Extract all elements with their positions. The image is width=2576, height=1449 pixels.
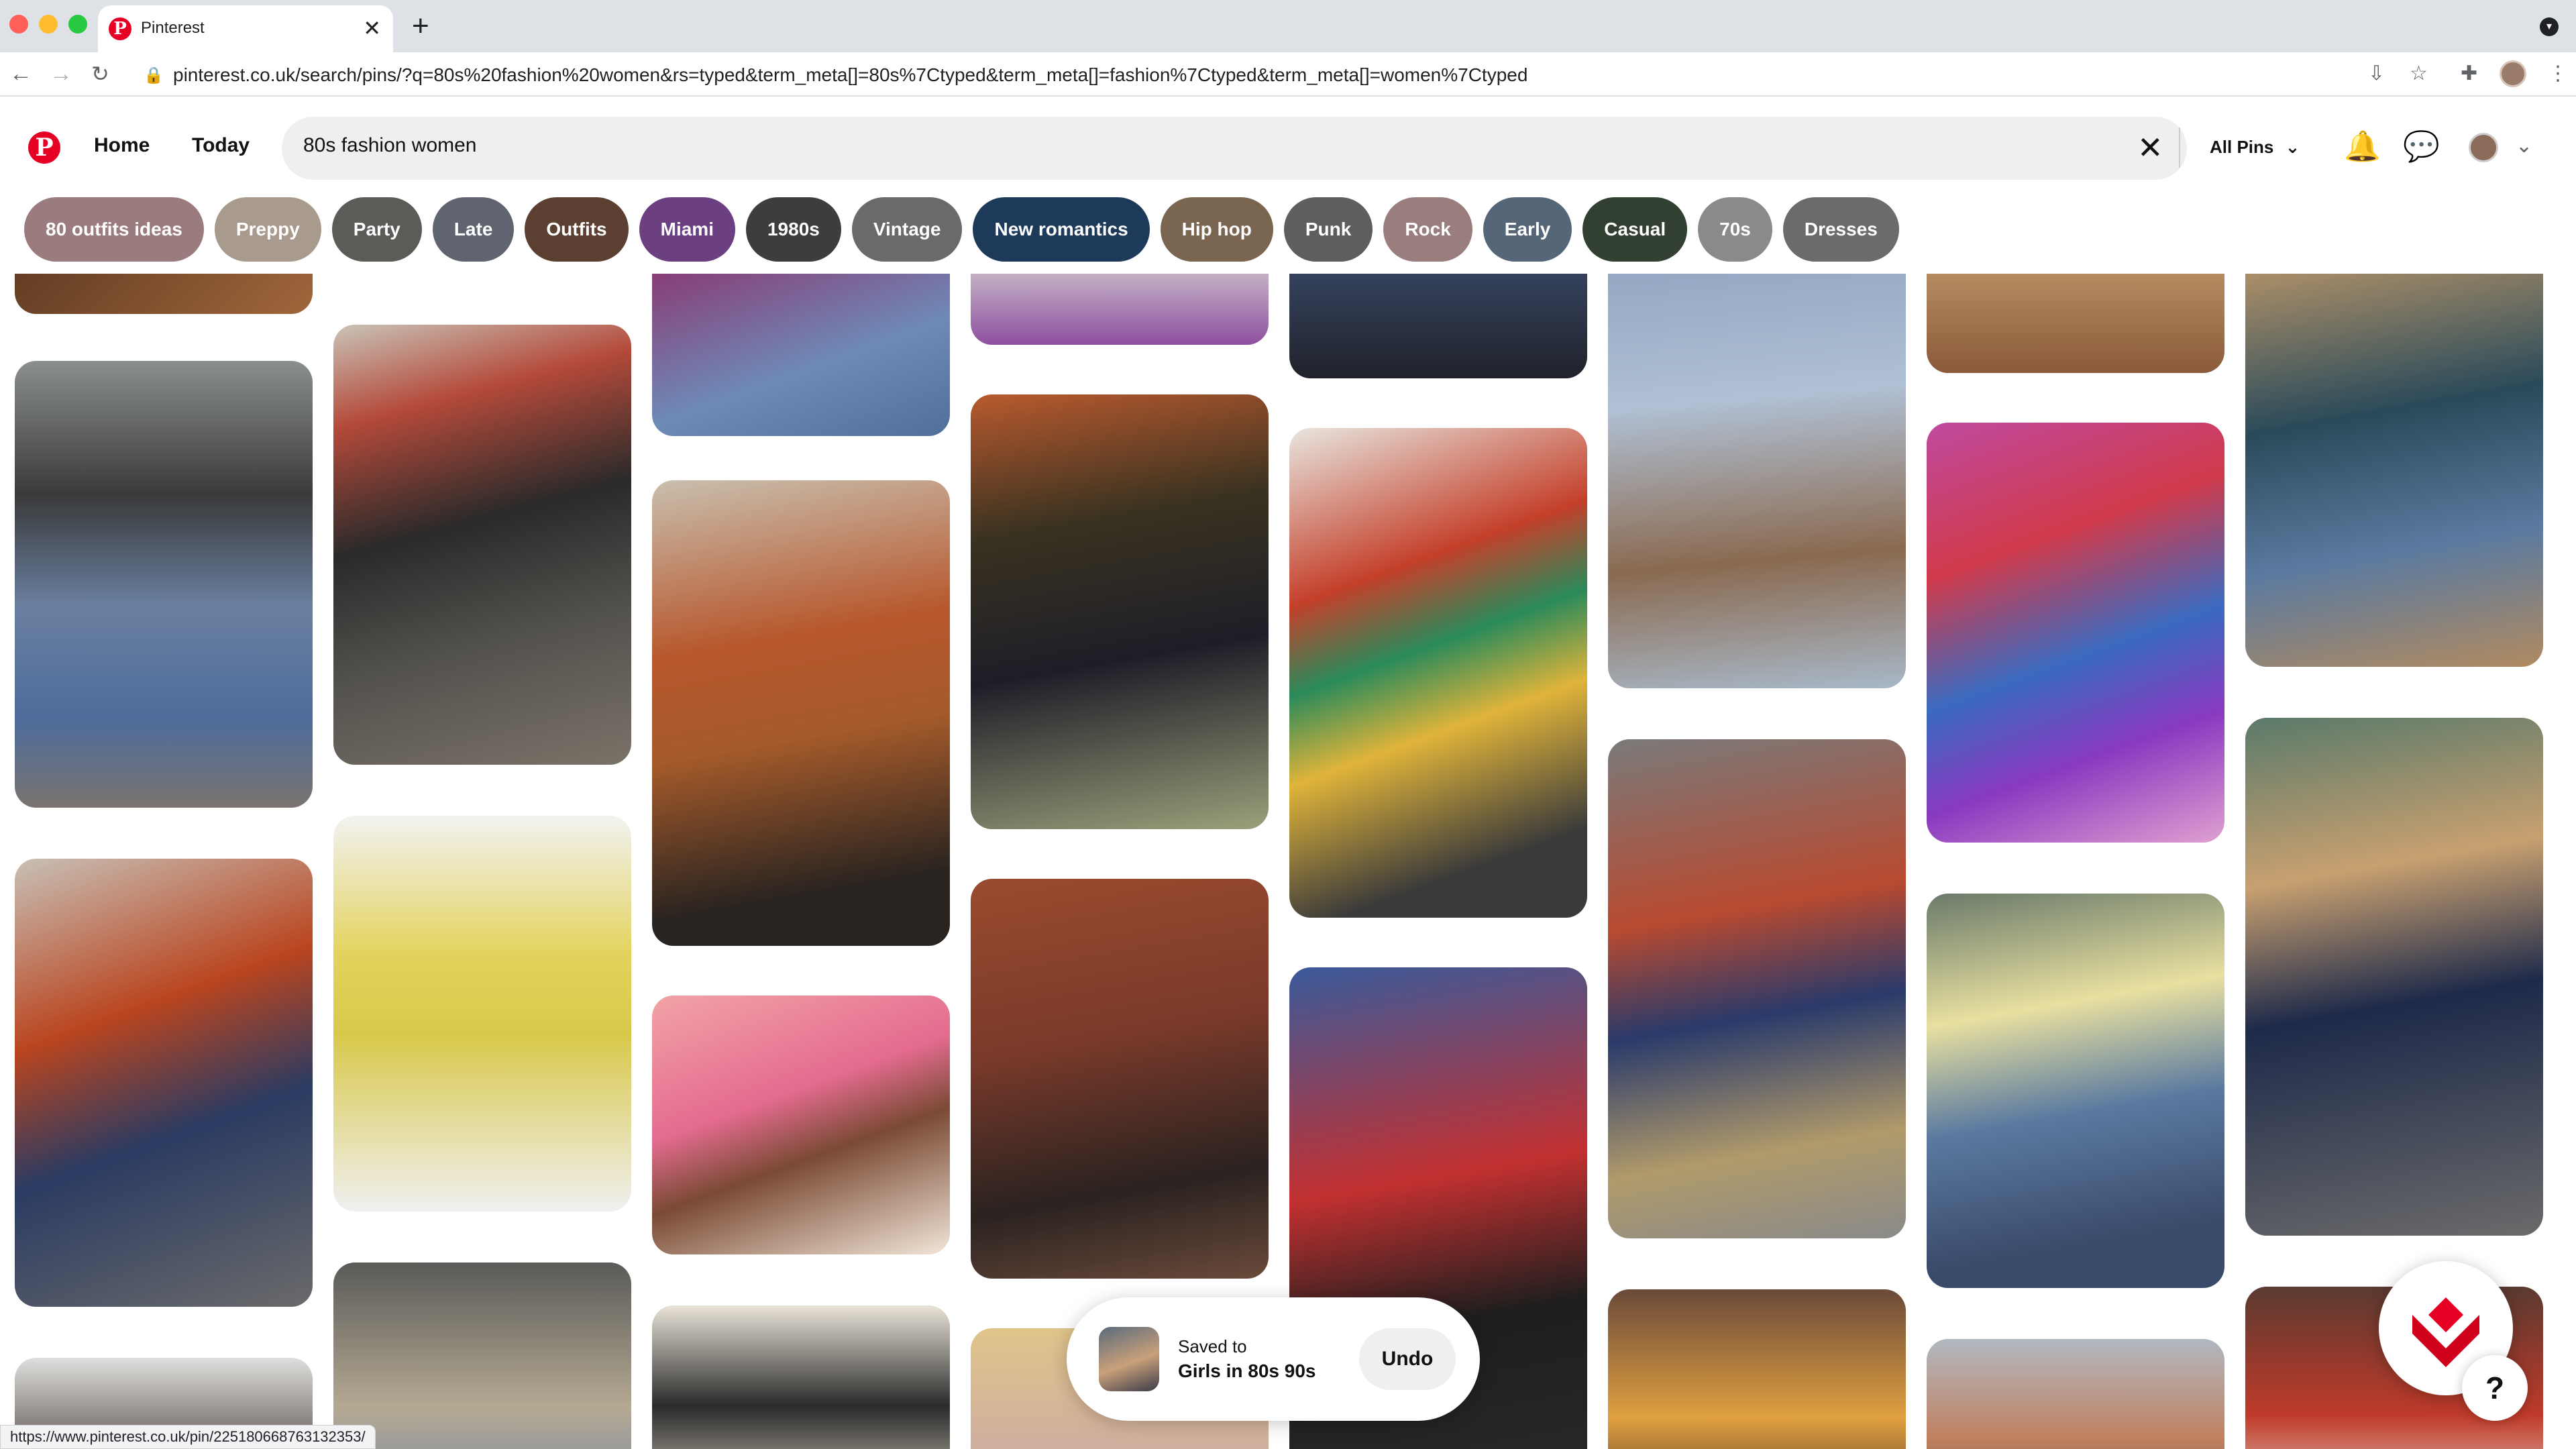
tab-title: Pinterest — [141, 19, 205, 37]
pin-image[interactable] — [1289, 428, 1587, 918]
reload-icon[interactable]: ↻ — [91, 59, 109, 89]
forward-arrow-icon[interactable]: → — [50, 59, 72, 89]
pin-image[interactable] — [1608, 1289, 1906, 1449]
suggestion-chip[interactable]: New romantics — [973, 197, 1150, 262]
suggestion-chip[interactable]: Hip hop — [1160, 197, 1273, 262]
search-bar[interactable] — [282, 117, 2187, 180]
nav-home-link[interactable]: Home — [94, 134, 150, 157]
pin-image[interactable] — [971, 394, 1269, 829]
pin-image[interactable] — [15, 361, 313, 808]
window-minimize-button[interactable] — [39, 15, 58, 34]
pin-image[interactable] — [2245, 718, 2543, 1236]
pinterest-header: P Home Today ✕ All Pins ⌄ 🔔 💬 ⌄ — [0, 98, 2576, 197]
pin-image[interactable] — [1927, 423, 2224, 843]
toast-saved-to-label: Saved to — [1178, 1336, 1247, 1356]
status-bar-url: https://www.pinterest.co.uk/pin/22518066… — [0, 1425, 376, 1449]
browser-menu-icon[interactable]: ⋮ — [2548, 62, 2568, 86]
suggestion-chip[interactable]: Outfits — [525, 197, 629, 262]
suggestion-chip[interactable]: Late — [432, 197, 515, 262]
browser-profile-avatar[interactable] — [2500, 60, 2526, 87]
suggestion-chip[interactable]: Early — [1483, 197, 1572, 262]
pin-image[interactable] — [1927, 894, 2224, 1288]
pin-image[interactable] — [1927, 1339, 2224, 1449]
undo-button[interactable]: Undo — [1359, 1328, 1456, 1390]
address-bar[interactable]: pinterest.co.uk/search/pins/?q=80s%20fas… — [173, 64, 1527, 86]
chevron-down-icon: ⌄ — [2285, 137, 2300, 157]
pin-image[interactable] — [333, 325, 631, 765]
browser-tab-strip: P Pinterest ✕ + ▾ — [0, 0, 2576, 52]
pin-image[interactable] — [1608, 274, 1906, 688]
help-button[interactable]: ? — [2462, 1355, 2528, 1421]
pin-image[interactable] — [15, 859, 313, 1307]
pin-image[interactable] — [652, 996, 950, 1254]
pin-image[interactable] — [1927, 274, 2224, 373]
toast-board-name[interactable]: Girls in 80s 90s — [1178, 1360, 1316, 1382]
pinterest-logo-icon[interactable]: P — [28, 131, 60, 164]
suggestion-chip[interactable]: Punk — [1283, 197, 1373, 262]
account-chevron-down-icon[interactable]: ⌄ — [2516, 134, 2532, 158]
suggestion-chip[interactable]: Vintage — [851, 197, 963, 262]
suggestion-chip[interactable]: Preppy — [214, 197, 321, 262]
window-close-button[interactable] — [9, 15, 28, 34]
pin-image[interactable] — [333, 1263, 631, 1449]
all-pins-label: All Pins — [2210, 137, 2274, 157]
suggestion-chip[interactable]: Party — [331, 197, 422, 262]
tab-search-icon[interactable]: ▾ — [2540, 17, 2559, 36]
tab-close-icon[interactable]: ✕ — [363, 16, 381, 40]
all-pins-filter-dropdown[interactable]: All Pins ⌄ — [2210, 137, 2300, 158]
pin-image[interactable] — [2245, 274, 2543, 667]
saved-pin-thumbnail — [1099, 1327, 1159, 1391]
pin-image[interactable] — [652, 274, 950, 436]
search-input[interactable] — [303, 134, 2047, 157]
clear-search-icon[interactable]: ✕ — [2137, 132, 2163, 163]
pin-image[interactable] — [1289, 274, 1587, 378]
window-maximize-button[interactable] — [68, 15, 87, 34]
notifications-bell-icon[interactable]: 🔔 — [2344, 130, 2381, 164]
extensions-puzzle-icon[interactable]: ✚ — [2461, 62, 2477, 86]
pin-image[interactable] — [1608, 739, 1906, 1238]
suggestion-chip[interactable]: Miami — [639, 197, 735, 262]
saved-toast: Saved to Girls in 80s 90s Undo — [1067, 1297, 1480, 1421]
suggestion-chip[interactable]: Dresses — [1782, 197, 1899, 262]
pin-image[interactable] — [971, 274, 1269, 345]
messages-icon[interactable]: 💬 — [2403, 130, 2440, 164]
suggestion-chip[interactable]: Casual — [1582, 197, 1688, 262]
search-suggestion-chips: 80 outfits ideas Preppy Party Late Outfits Mi… — [24, 197, 1899, 262]
browser-toolbar: ← → ↻ 🔒 pinterest.co.uk/search/pins/?q=8… — [0, 52, 2576, 97]
search-divider — [2179, 127, 2180, 168]
pin-image[interactable] — [652, 1305, 950, 1449]
user-avatar[interactable] — [2469, 133, 2498, 162]
suggestion-chip[interactable]: 80 outfits ideas — [24, 197, 204, 262]
bookmark-star-icon[interactable]: ☆ — [2410, 62, 2428, 86]
pin-image[interactable] — [333, 816, 631, 1212]
suggestion-chip[interactable]: Rock — [1383, 197, 1472, 262]
pin-image[interactable] — [971, 879, 1269, 1279]
pin-image[interactable] — [652, 480, 950, 946]
browser-tab[interactable]: P Pinterest ✕ — [98, 5, 393, 52]
pinterest-favicon-icon: P — [109, 17, 131, 40]
suggestion-chip[interactable]: 1980s — [745, 197, 841, 262]
new-tab-button[interactable]: + — [412, 9, 429, 43]
back-arrow-icon[interactable]: ← — [9, 59, 32, 89]
pin-grid — [0, 274, 2576, 1449]
lock-icon[interactable]: 🔒 — [144, 66, 164, 85]
install-app-icon[interactable]: ⇩ — [2368, 62, 2385, 86]
pin-image[interactable] — [15, 274, 313, 314]
suggestion-chip[interactable]: 70s — [1698, 197, 1772, 262]
nav-today-link[interactable]: Today — [192, 134, 250, 157]
